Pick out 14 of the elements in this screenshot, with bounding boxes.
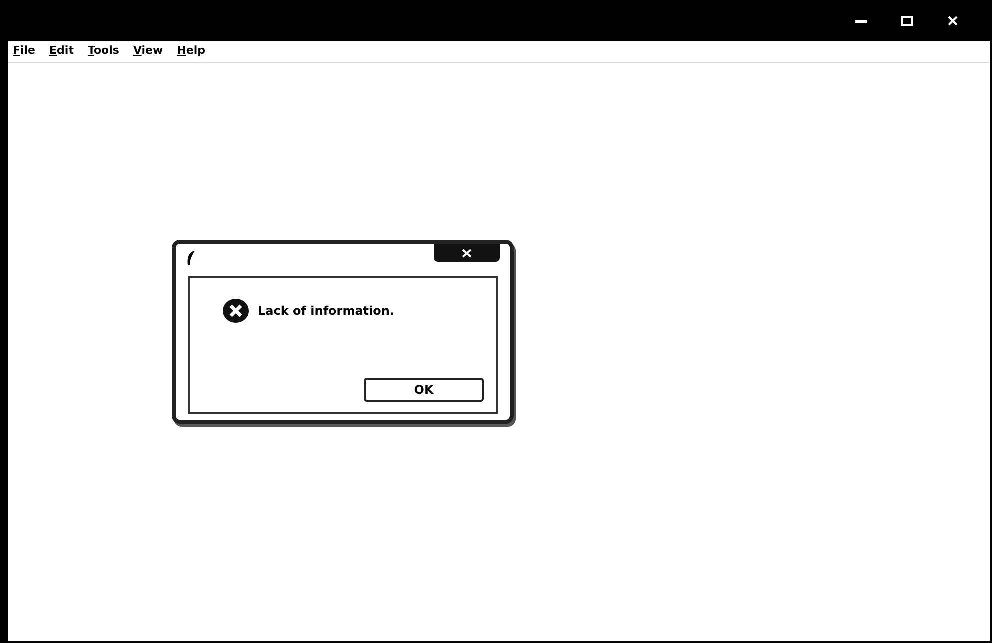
- maximize-icon: [901, 16, 913, 26]
- menu-item[interactable]: Help: [176, 43, 206, 60]
- close-icon: [948, 16, 958, 26]
- menu-item[interactable]: Edit: [48, 43, 75, 60]
- feather-icon: [186, 250, 196, 266]
- message-text: Lack of information.: [258, 303, 394, 320]
- close-icon: [462, 248, 472, 258]
- menu-item[interactable]: File: [12, 43, 37, 60]
- ok-button[interactable]: OK: [364, 378, 484, 402]
- close-button[interactable]: [434, 244, 500, 262]
- menu-item[interactable]: Tools: [86, 43, 120, 60]
- minimize-icon: [855, 18, 867, 22]
- menu-item[interactable]: View: [132, 43, 164, 60]
- error-icon: [222, 298, 250, 324]
